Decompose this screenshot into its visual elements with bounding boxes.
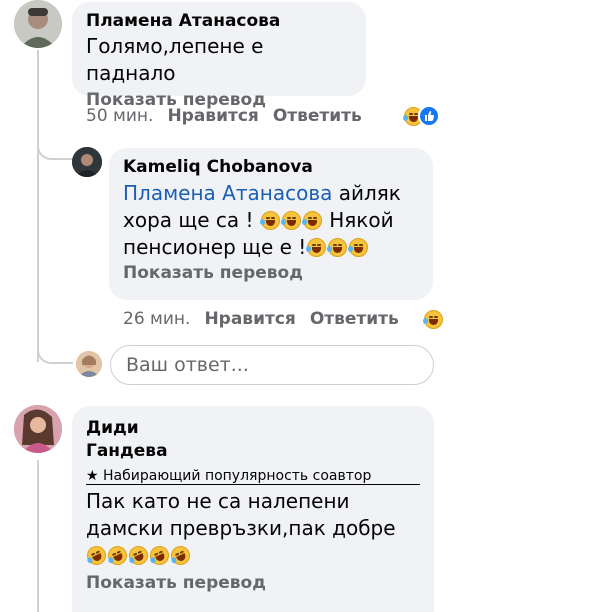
comment-bubble: Kameliq Chobanova Пламена Атанасова айля…	[109, 148, 433, 300]
top-fan-badge: ★ Набирающий популярность соавтор	[86, 468, 420, 485]
rolling-on-floor-laughing-emoji	[104, 542, 131, 569]
comment-time[interactable]: 50 мин.	[86, 106, 153, 126]
my-avatar	[76, 351, 102, 377]
comment-time[interactable]: 26 мин.	[123, 309, 190, 329]
comment-text: Пламена Атанасова айляк хора ще са ! Няк…	[123, 181, 401, 259]
avatar[interactable]	[72, 147, 102, 177]
comment-bubble: Пламена Атанасова Голямо,лепене е паднал…	[72, 2, 366, 110]
laughing-emoji	[259, 211, 280, 230]
rolling-on-floor-laughing-emoji	[146, 542, 173, 569]
comment-bubble: Диди Гандева ★ Набирающий популярность с…	[72, 406, 434, 612]
comment-author[interactable]: Пламена Атанасова	[86, 11, 352, 31]
like-button[interactable]: Нравится	[167, 106, 258, 126]
laughing-emoji	[306, 238, 327, 257]
laughing-emoji	[280, 211, 301, 230]
laughing-emoji	[301, 211, 322, 230]
like-reaction-icon[interactable]	[418, 105, 440, 127]
person-photo-icon	[72, 147, 102, 177]
laughing-reaction-icon[interactable]	[423, 310, 443, 329]
rolling-on-floor-laughing-emoji	[125, 542, 152, 569]
comment-author[interactable]: Kameliq Chobanova	[123, 157, 419, 177]
thread-line-branch-2	[37, 340, 73, 364]
avatar[interactable]	[14, 0, 62, 48]
thread-line-main	[37, 50, 39, 362]
laughing-emoji	[348, 238, 369, 257]
person-photo-icon	[76, 351, 102, 377]
comment-text: Голямо,лепене е паднало	[86, 34, 264, 85]
reply-input[interactable]: Ваш ответ...	[110, 345, 434, 385]
reply-button[interactable]: Ответить	[273, 106, 362, 126]
reply-button[interactable]: Ответить	[310, 309, 399, 329]
rolling-on-floor-laughing-emoji	[167, 542, 194, 569]
translate-link[interactable]: Показать перевод	[123, 263, 419, 283]
laughing-emoji	[327, 238, 348, 257]
translate-link[interactable]: Показать перевод	[86, 573, 420, 593]
thread-line-bottom	[37, 460, 39, 612]
person-photo-icon	[14, 0, 62, 48]
comment-author[interactable]: Диди	[86, 418, 420, 438]
comment-meta: 26 мин. Нравится Ответить	[123, 309, 399, 329]
person-photo-icon	[14, 405, 62, 453]
like-button[interactable]: Нравится	[204, 309, 295, 329]
mention-link[interactable]: Пламена Атанасова	[123, 181, 332, 205]
comment-author-surname[interactable]: Гандева	[86, 441, 420, 461]
rolling-on-floor-laughing-emoji	[83, 542, 110, 569]
comment-meta: 50 мин. Нравится Ответить	[86, 106, 362, 126]
avatar[interactable]	[14, 405, 62, 453]
comment-text: Пак като не са налепени дамски превръзки…	[83, 488, 420, 569]
star-icon: ★	[86, 468, 99, 484]
